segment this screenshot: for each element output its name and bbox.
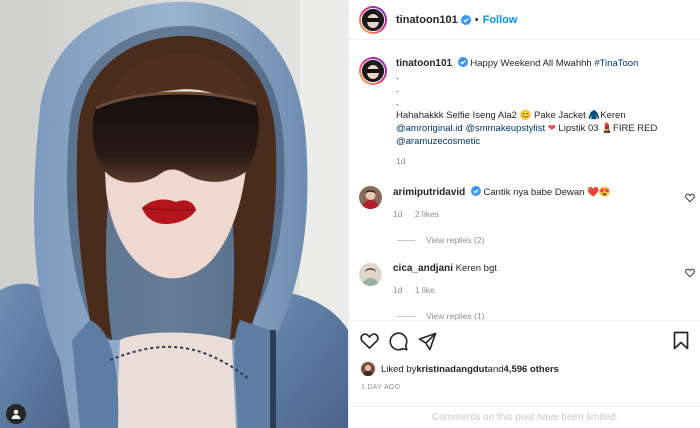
mention-link[interactable]: @aramuzecosmetic xyxy=(396,136,480,147)
comment-time[interactable]: 1d xyxy=(393,285,402,295)
follow-button[interactable]: Follow xyxy=(483,14,518,26)
comment-bubble-icon xyxy=(388,331,408,351)
view-replies-button[interactable]: View replies (2) xyxy=(397,235,484,245)
verified-badge-icon xyxy=(470,186,481,196)
heart-emoji: ❤ xyxy=(547,123,556,134)
avatar-image xyxy=(359,186,382,209)
comment-button[interactable] xyxy=(388,331,408,351)
comment-username[interactable]: cica_andjani xyxy=(393,263,453,274)
likes-prefix: Liked by xyxy=(381,363,417,375)
avatar-image xyxy=(361,362,375,376)
comment-username[interactable]: arimiputridavid xyxy=(393,187,465,198)
verified-badge-icon xyxy=(460,14,471,25)
hashtag-link[interactable]: #TinaToon xyxy=(594,58,638,69)
caption-username[interactable]: tinatoon101 xyxy=(396,58,452,69)
comment-text: Keren bgt xyxy=(455,263,497,274)
like-button[interactable] xyxy=(359,331,379,351)
comments-limited-notice: Comments on this post have been limited. xyxy=(349,406,700,428)
post-actions: Liked by kristinadangdut and 4,596 other… xyxy=(349,320,700,428)
caption-avatar[interactable] xyxy=(359,57,387,85)
post-timestamp[interactable]: 1 DAY AGO xyxy=(361,384,400,391)
view-replies-button[interactable]: View replies (1) xyxy=(397,311,484,320)
save-button[interactable] xyxy=(673,331,691,351)
likes-summary: Liked by kristinadangdut and 4,596 other… xyxy=(361,362,559,376)
avatar-image xyxy=(362,8,384,31)
view-replies-label: View replies (1) xyxy=(426,311,485,320)
avatar-image xyxy=(362,60,384,82)
avatar-image xyxy=(359,263,382,286)
share-button[interactable] xyxy=(417,331,437,351)
likes-count[interactable]: 4,596 others xyxy=(504,364,559,375)
post-header: tinatoon101 • Follow xyxy=(349,0,700,40)
caption-line1: Happy Weekend All Mwahhh xyxy=(467,58,595,69)
tagged-users-button[interactable] xyxy=(6,404,26,424)
caption-text: tinatoon101 Happy Weekend All Mwahhh #Ti… xyxy=(396,57,686,168)
comment-item: cica_andjani Keren bgt 1d 1 like xyxy=(359,263,699,296)
author-username[interactable]: tinatoon101 xyxy=(396,14,458,26)
liker-username[interactable]: kristinadangdut xyxy=(416,364,487,375)
liker-avatar[interactable] xyxy=(361,362,375,376)
caption-timestamp[interactable]: 1d xyxy=(396,155,686,168)
heart-outline-icon[interactable] xyxy=(685,193,695,203)
post-caption: tinatoon101 Happy Weekend All Mwahhh #Ti… xyxy=(359,57,689,168)
comment-item: arimiputridavid Cantik nya babe Dewan ❤️… xyxy=(359,186,699,220)
view-replies-label: View replies (2) xyxy=(426,235,485,245)
caption-dot: . xyxy=(396,84,399,95)
mention-link[interactable]: @smmakeupstylist xyxy=(465,123,545,134)
heart-icon xyxy=(359,333,379,349)
comment-likes[interactable]: 1 like xyxy=(415,285,435,295)
caption-dot: . xyxy=(396,97,399,108)
person-icon xyxy=(11,409,21,419)
comment-text: Cantik nya babe Dewan ❤️😍 xyxy=(483,187,611,198)
header-separator: • xyxy=(474,13,479,26)
selfie-image xyxy=(0,0,348,428)
paper-plane-icon xyxy=(418,332,436,350)
caption-line2: Hahahakkk Selfie Iseng Ala2 😊 Pake Jacke… xyxy=(396,110,626,121)
bookmark-icon xyxy=(673,331,689,350)
caption-dot: . xyxy=(396,71,399,82)
post-photo[interactable] xyxy=(0,0,348,428)
caption-lipstik: Lipstik 03 💄FIRE RED xyxy=(555,123,658,134)
instagram-post: tinatoon101 • Follow tinatoon101 Happy W… xyxy=(0,0,700,428)
comment-likes[interactable]: 2 likes xyxy=(415,209,439,219)
likes-middle: and xyxy=(487,363,504,375)
post-sidebar: tinatoon101 • Follow tinatoon101 Happy W… xyxy=(348,0,700,428)
author-avatar[interactable] xyxy=(359,5,387,34)
comments-list[interactable]: tinatoon101 Happy Weekend All Mwahhh #Ti… xyxy=(349,41,700,320)
commenter-avatar[interactable] xyxy=(359,263,382,286)
comment-time[interactable]: 1d xyxy=(393,209,402,219)
heart-outline-icon[interactable] xyxy=(685,268,695,278)
verified-badge-icon xyxy=(457,57,468,67)
mention-link[interactable]: @amroriginal.id xyxy=(396,123,463,134)
commenter-avatar[interactable] xyxy=(359,186,382,209)
